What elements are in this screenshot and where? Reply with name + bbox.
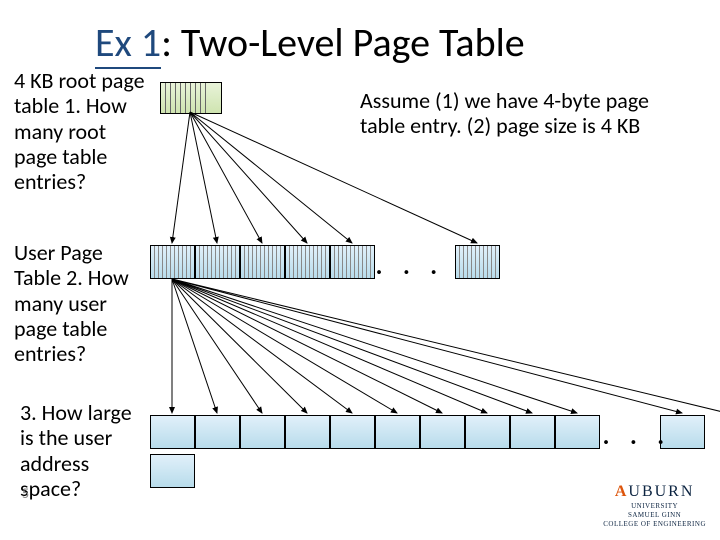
ellipsis-icon: . . . <box>375 244 444 283</box>
note-user: User Page Table 2. How many user page ta… <box>14 240 154 366</box>
note-assume: Assume (1) we have 4-byte page table ent… <box>360 88 660 139</box>
slide-title: Ex 1: Two-Level Page Table <box>95 18 525 67</box>
page-number: 5 <box>22 485 29 502</box>
note-root: 4 KB root page table 1. How many root pa… <box>14 68 154 194</box>
note-space: 3. How large is the user address space? <box>20 400 150 501</box>
ellipsis-icon: . . . <box>602 414 671 453</box>
auburn-logo: AUBURN UNIVERSITY SAMUEL GINN COLLEGE OF… <box>603 483 706 528</box>
user-page-tables <box>150 245 500 279</box>
root-page-table <box>160 82 222 114</box>
